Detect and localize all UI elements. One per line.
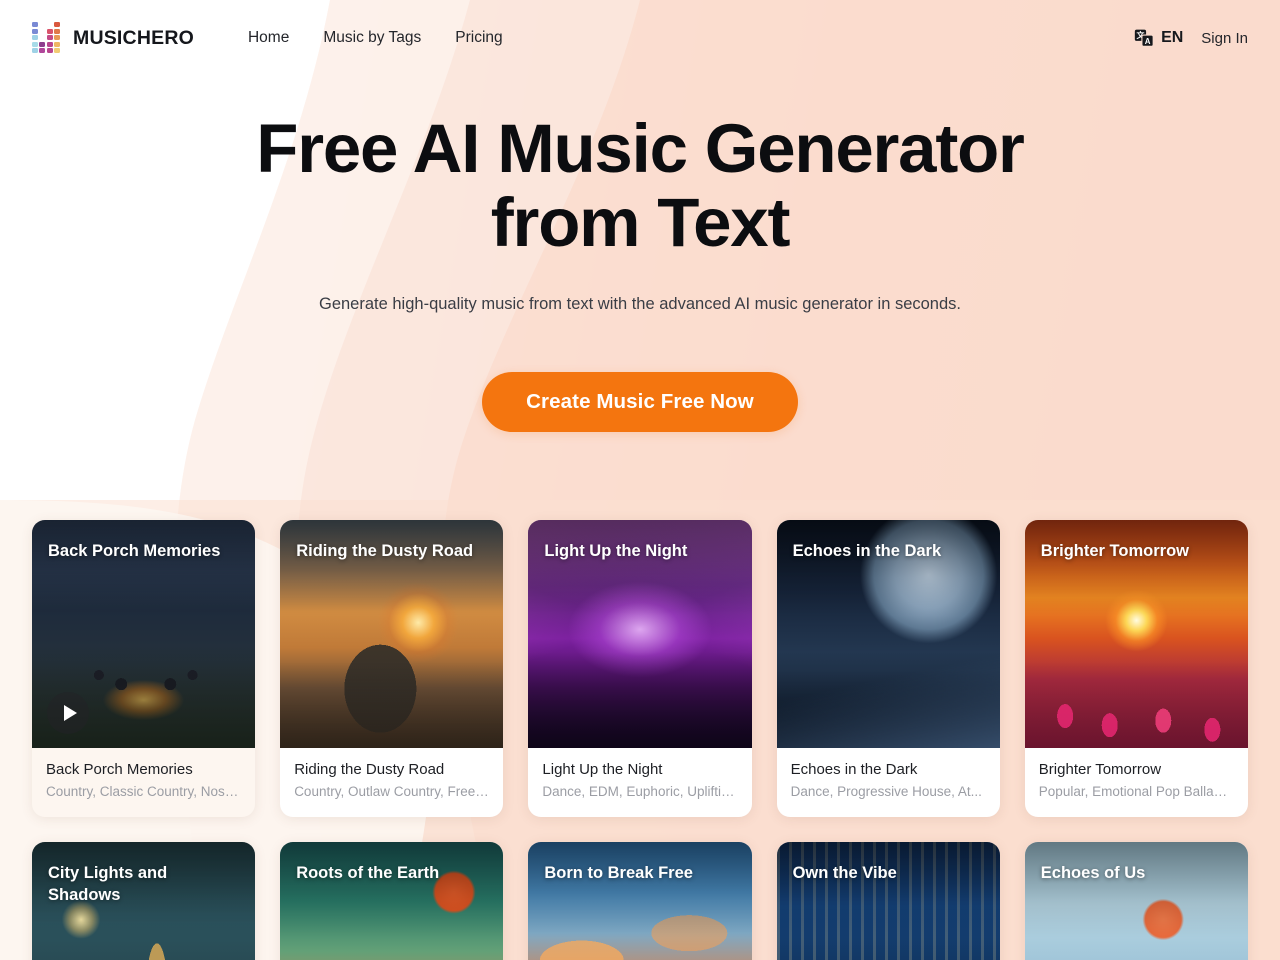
hero-cta-wrap: Create Music Free Now xyxy=(0,372,1280,432)
card-artwork[interactable]: Light Up the Night xyxy=(528,520,752,748)
create-music-button[interactable]: Create Music Free Now xyxy=(482,372,798,432)
language-code: EN xyxy=(1161,29,1184,46)
logo-pixel xyxy=(32,22,38,28)
card-artwork-scrim xyxy=(1024,520,1248,616)
logo-pixel xyxy=(39,41,46,47)
card-tags: Dance, Progressive House, At... xyxy=(790,784,982,799)
logo-pixel xyxy=(32,35,38,41)
card-tags: Country, Outlaw Country, Free-... xyxy=(294,784,490,799)
logo-pixel xyxy=(39,48,46,53)
card-body: Light Up the Night Dance, EDM, Euphoric, … xyxy=(528,748,751,817)
logo-pixel xyxy=(54,35,61,41)
card-artwork-title: Light Up the Night xyxy=(544,542,688,560)
card-artwork-title: Echoes of Us xyxy=(1040,864,1146,882)
music-gallery: Back Porch Memories Back Porch Memories Co… xyxy=(0,520,1280,960)
site-header: MUSICHERO Home Music by Tags Pricing 文 A… xyxy=(0,0,1280,76)
hero-title-line-2: from Text xyxy=(490,184,791,261)
nav-item-pricing[interactable]: Pricing xyxy=(455,29,502,47)
translate-icon: 文 A xyxy=(1134,29,1154,47)
page-root: MUSICHERO Home Music by Tags Pricing 文 A… xyxy=(0,0,1280,960)
music-card-grid: Back Porch Memories Back Porch Memories Co… xyxy=(32,520,1248,960)
music-card[interactable]: City Lights and Shadows xyxy=(32,842,256,960)
card-artwork-title: Own the Vibe xyxy=(792,864,897,882)
music-card[interactable]: Riding the Dusty Road Riding the Dusty Ro… xyxy=(280,520,504,817)
card-tags: Country, Classic Country, Nosta... xyxy=(46,784,242,799)
card-artwork[interactable]: Echoes of Us xyxy=(1024,842,1248,960)
card-artwork[interactable]: Roots of the Earth xyxy=(280,842,504,960)
card-artwork[interactable]: Born to Break Free xyxy=(528,842,752,960)
card-artwork-title: City Lights and Shadows xyxy=(48,864,168,904)
music-card[interactable]: Echoes of Us xyxy=(1024,842,1248,960)
card-artwork-title: Born to Break Free xyxy=(544,864,693,882)
logo-pixel xyxy=(54,22,61,28)
logo-pixel xyxy=(46,35,53,41)
logo-pixel xyxy=(54,48,61,53)
logo-pixel xyxy=(32,41,38,47)
card-title: Brighter Tomorrow xyxy=(1038,761,1162,778)
music-card[interactable]: Brighter Tomorrow Brighter Tomorrow Popula… xyxy=(1024,520,1248,817)
header-actions: 文 A EN Sign In xyxy=(1134,28,1248,48)
card-artwork-scrim xyxy=(32,520,256,616)
card-tags: Popular, Emotional Pop Ballad, ... xyxy=(1038,784,1234,799)
card-tags: Dance, EDM, Euphoric, Uplifting,... xyxy=(542,784,738,799)
music-card[interactable]: Own the Vibe xyxy=(776,842,1000,960)
logo-pixel xyxy=(46,28,53,34)
card-artwork-title: Roots of the Earth xyxy=(296,864,440,882)
music-card[interactable]: Back Porch Memories Back Porch Memories Co… xyxy=(32,520,256,817)
nav-item-music-by-tags[interactable]: Music by Tags xyxy=(323,29,421,47)
card-artwork-scrim xyxy=(280,842,504,938)
card-body: Brighter Tomorrow Popular, Emotional Pop … xyxy=(1025,748,1248,817)
card-artwork-scrim xyxy=(280,520,504,616)
card-artwork-scrim xyxy=(776,520,1000,616)
card-artwork-title: Echoes in the Dark xyxy=(792,542,942,560)
music-card[interactable]: Light Up the Night Light Up the Night Danc… xyxy=(528,520,752,817)
brand-logo[interactable]: MUSICHERO xyxy=(32,22,194,53)
card-artwork-title: Riding the Dusty Road xyxy=(296,542,474,560)
logo-pixel xyxy=(54,41,61,47)
logo-pixel xyxy=(32,48,38,53)
logo-pixel xyxy=(32,28,38,34)
card-body: Back Porch Memories Country, Classic Coun… xyxy=(32,748,255,817)
card-title: Light Up the Night xyxy=(542,761,663,778)
card-artwork-scrim xyxy=(1024,842,1248,938)
card-artwork[interactable]: Own the Vibe xyxy=(776,842,1000,960)
music-card[interactable]: Born to Break Free xyxy=(528,842,752,960)
card-artwork[interactable]: City Lights and Shadows xyxy=(32,842,256,960)
sign-in-link[interactable]: Sign In xyxy=(1201,30,1248,47)
card-artwork-title: Back Porch Memories xyxy=(48,542,221,560)
hero-title-line-1: Free AI Music Generator xyxy=(256,110,1025,187)
logo-pixel xyxy=(54,28,61,34)
nav-item-home[interactable]: Home xyxy=(248,29,289,47)
card-artwork[interactable]: Brighter Tomorrow xyxy=(1024,520,1248,748)
card-body: Echoes in the Dark Dance, Progressive Hou… xyxy=(777,748,1000,817)
music-card[interactable]: Roots of the Earth xyxy=(280,842,504,960)
play-triangle xyxy=(63,705,77,721)
hero-section: Free AI Music Generator from Text Genera… xyxy=(0,76,1280,432)
brand-name: MUSICHERO xyxy=(73,26,194,49)
hero-subtitle: Generate high-quality music from text wi… xyxy=(319,295,961,313)
logo-pixel xyxy=(46,41,53,47)
page-title: Free AI Music Generator from Text xyxy=(190,112,1090,260)
svg-text:A: A xyxy=(1145,37,1151,46)
card-artwork-scrim xyxy=(528,520,752,616)
card-artwork-title: Brighter Tomorrow xyxy=(1040,542,1189,560)
card-title: Back Porch Memories xyxy=(46,761,193,778)
music-card[interactable]: Echoes in the Dark Echoes in the Dark Danc… xyxy=(776,520,1000,817)
card-title: Riding the Dusty Road xyxy=(294,761,445,778)
play-icon[interactable] xyxy=(47,692,89,734)
primary-nav: Home Music by Tags Pricing xyxy=(248,29,503,47)
card-artwork[interactable]: Echoes in the Dark xyxy=(776,520,1000,748)
card-artwork[interactable]: Riding the Dusty Road xyxy=(280,520,504,748)
card-artwork-scrim xyxy=(776,842,1000,938)
equalizer-logo-icon xyxy=(32,22,62,53)
card-artwork-scrim xyxy=(528,842,752,938)
card-artwork[interactable]: Back Porch Memories xyxy=(32,520,256,748)
language-selector[interactable]: 文 A EN xyxy=(1134,28,1183,48)
logo-pixel xyxy=(46,48,53,53)
card-title: Echoes in the Dark xyxy=(790,761,918,778)
card-body: Riding the Dusty Road Country, Outlaw Cou… xyxy=(280,748,503,817)
